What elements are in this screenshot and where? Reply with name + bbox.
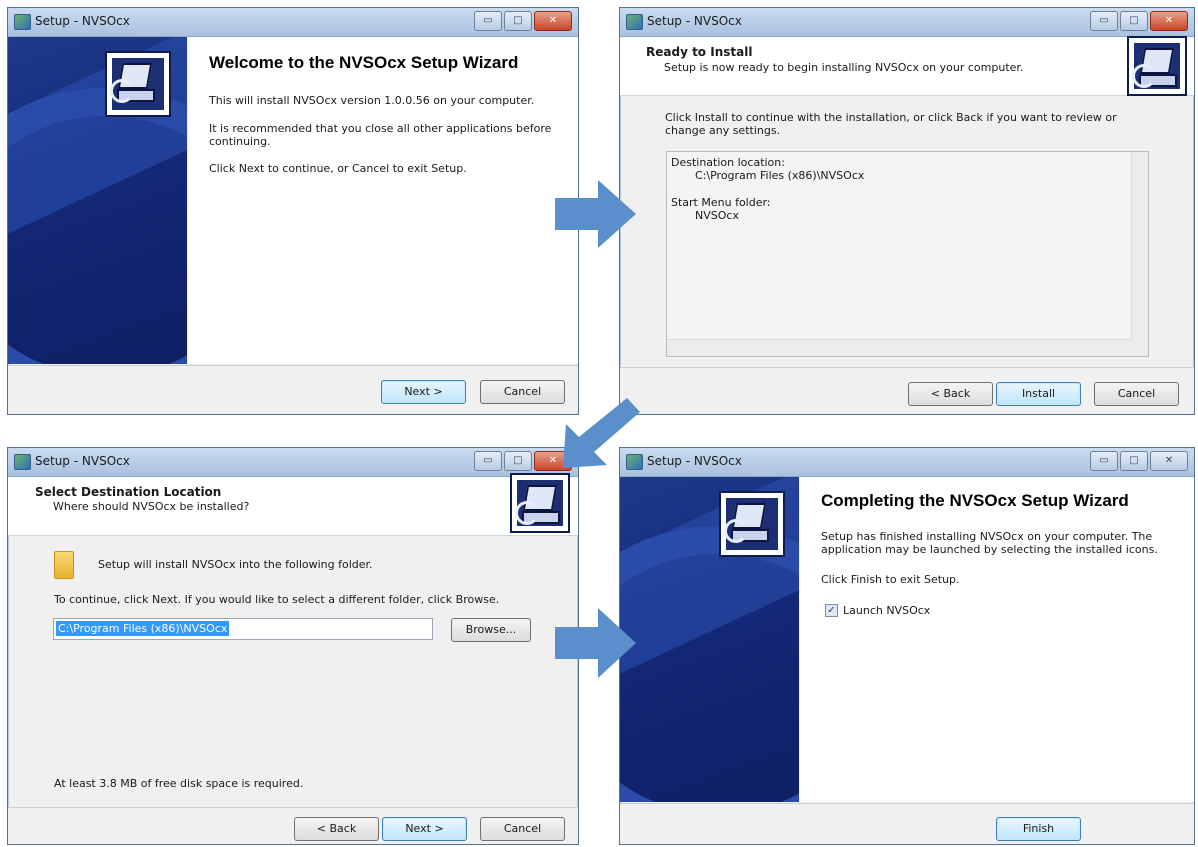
title-bar[interactable]: Setup - NVSOcx ▭ □ ✕ [8, 8, 578, 37]
cancel-button[interactable]: Cancel [480, 817, 565, 841]
button-bar: < Back Next > Cancel [8, 807, 578, 844]
maximize-button[interactable]: □ [1120, 11, 1148, 31]
destination-path-input[interactable]: C:\Program Files (x86)\NVSOcx [53, 618, 433, 640]
welcome-close-apps-text: It is recommended that you close all oth… [209, 122, 552, 148]
wizard-header: Ready to Install Setup is now ready to b… [620, 36, 1194, 96]
minimize-button[interactable]: ▭ [1090, 451, 1118, 471]
finish-button[interactable]: Finish [996, 817, 1081, 841]
destination-path-value: C:\Program Files (x86)\NVSOcx [56, 621, 230, 636]
wizard-header: Select Destination Location Where should… [8, 473, 578, 536]
setup-computer-icon [1127, 36, 1187, 96]
minimize-button[interactable]: ▭ [1090, 11, 1118, 31]
install-instruction: Click Install to continue with the insta… [665, 111, 1117, 137]
close-button[interactable]: ✕ [1150, 451, 1188, 471]
completing-window: Setup - NVSOcx ▭ □ ✕ Completing the NVSO… [619, 447, 1195, 845]
title-bar[interactable]: Setup - NVSOcx ▭ □ ✕ [620, 8, 1194, 37]
completing-finish-instruction: Click Finish to exit Setup. [821, 573, 960, 586]
welcome-window: Setup - NVSOcx ▭ □ ✕ Welcome to the NVSO… [7, 7, 579, 415]
wizard-sidebar-image [620, 477, 799, 802]
welcome-version-text: This will install NVSOcx version 1.0.0.5… [209, 94, 535, 107]
launch-checkbox[interactable]: ✓ [825, 604, 838, 617]
close-button[interactable]: ✕ [1150, 11, 1188, 31]
button-bar: Next > Cancel [8, 365, 578, 414]
title-bar[interactable]: Setup - NVSOcx ▭ □ ✕ [620, 448, 1194, 477]
destination-label: Destination location: [671, 156, 785, 169]
window-title: Setup - NVSOcx [647, 14, 742, 28]
header-title: Ready to Install [646, 45, 753, 59]
maximize-button[interactable]: □ [504, 11, 532, 31]
minimize-button[interactable]: ▭ [474, 11, 502, 31]
install-button[interactable]: Install [996, 382, 1081, 406]
close-button[interactable]: ✕ [534, 451, 572, 471]
setup-computer-icon [719, 491, 785, 557]
wizard-sidebar-image [8, 37, 187, 364]
cancel-button[interactable]: Cancel [480, 380, 565, 404]
header-subtitle: Where should NVSOcx be installed? [53, 500, 250, 513]
back-button[interactable]: < Back [908, 382, 993, 406]
back-button[interactable]: < Back [294, 817, 379, 841]
window-title: Setup - NVSOcx [647, 454, 742, 468]
setup-app-icon [626, 14, 643, 30]
folder-icon [54, 551, 74, 579]
button-bar: Finish [620, 803, 1194, 844]
header-subtitle: Setup is now ready to begin installing N… [664, 61, 1024, 74]
completing-finished-text: Setup has finished installing NVSOcx on … [821, 530, 1158, 556]
welcome-next-text: Click Next to continue, or Cancel to exi… [209, 162, 467, 175]
horizontal-scrollbar[interactable] [667, 339, 1132, 356]
next-button[interactable]: Next > [382, 817, 467, 841]
window-title: Setup - NVSOcx [35, 454, 130, 468]
folder-info-text: Setup will install NVSOcx into the follo… [98, 558, 373, 571]
start-menu-value: NVSOcx [695, 209, 739, 222]
welcome-heading: Welcome to the NVSOcx Setup Wizard [209, 53, 519, 72]
close-button[interactable]: ✕ [534, 11, 572, 31]
button-bar: < Back Install Cancel [620, 367, 1194, 414]
start-menu-label: Start Menu folder: [671, 196, 771, 209]
browse-instruction: To continue, click Next. If you would li… [54, 593, 500, 606]
setup-app-icon [626, 454, 643, 470]
destination-window: Setup - NVSOcx ▭ □ ✕ Select Destination … [7, 447, 579, 845]
cancel-button[interactable]: Cancel [1094, 382, 1179, 406]
title-bar[interactable]: Setup - NVSOcx ▭ □ ✕ [8, 448, 578, 477]
disk-space-text: At least 3.8 MB of free disk space is re… [54, 777, 304, 790]
maximize-button[interactable]: □ [504, 451, 532, 471]
header-title: Select Destination Location [35, 485, 222, 499]
maximize-button[interactable]: □ [1120, 451, 1148, 471]
minimize-button[interactable]: ▭ [474, 451, 502, 471]
window-title: Setup - NVSOcx [35, 14, 130, 28]
destination-value: C:\Program Files (x86)\NVSOcx [695, 169, 865, 182]
vertical-scrollbar[interactable] [1131, 152, 1148, 356]
launch-label[interactable]: Launch NVSOcx [843, 604, 930, 617]
setup-computer-icon [105, 51, 171, 117]
next-button[interactable]: Next > [381, 380, 466, 404]
settings-summary-box[interactable]: Destination location: C:\Program Files (… [666, 151, 1149, 357]
setup-app-icon [14, 454, 31, 470]
ready-window: Setup - NVSOcx ▭ □ ✕ Ready to Install Se… [619, 7, 1195, 415]
completing-heading: Completing the NVSOcx Setup Wizard [821, 491, 1129, 510]
setup-app-icon [14, 14, 31, 30]
setup-computer-icon [510, 473, 570, 533]
browse-button[interactable]: Browse... [451, 618, 531, 642]
